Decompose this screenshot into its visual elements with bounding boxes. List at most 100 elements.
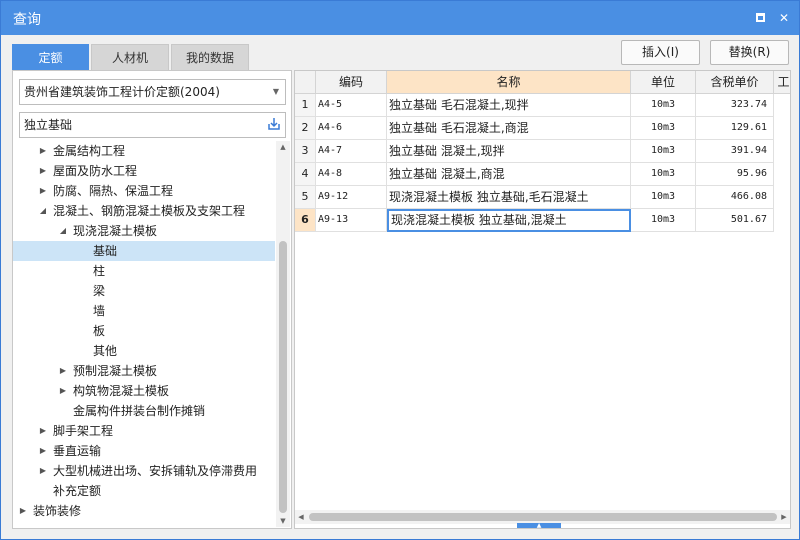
code-cell[interactable]: A4-7 (316, 140, 387, 163)
unit-cell[interactable]: 10m3 (631, 94, 696, 117)
scroll-thumb[interactable] (309, 513, 777, 521)
unit-cell[interactable]: 10m3 (631, 163, 696, 186)
tree-item[interactable]: 墙 (13, 301, 275, 321)
tree-item[interactable]: ◢ 混凝土、钢筋混凝土模板及支架工程 (13, 201, 275, 221)
expand-arrow-icon[interactable]: ▶ (38, 421, 48, 441)
tree-item[interactable]: ◢ 现浇混凝土模板 (13, 221, 275, 241)
tab-labor-material-machine[interactable]: 人材机 (91, 44, 169, 70)
tree-item[interactable]: ▶ 防腐、隔热、保温工程 (13, 181, 275, 201)
tree-item-label: 构筑物混凝土模板 (73, 384, 170, 398)
tree-item-selected[interactable]: 基础 (13, 241, 275, 261)
expand-arrow-icon[interactable]: ▶ (38, 461, 48, 481)
expand-arrow-icon[interactable]: ▶ (38, 181, 48, 201)
quota-library-select[interactable]: 贵州省建筑装饰工程计价定额(2004) ▼ (19, 79, 286, 105)
expand-arrow-icon[interactable]: ▶ (58, 381, 68, 401)
unit-cell[interactable]: 10m3 (631, 140, 696, 163)
name-cell[interactable]: 独立基础 混凝土,商混 (387, 163, 631, 186)
column-header-unit[interactable]: 单位 (631, 71, 696, 94)
query-dialog: 查询 ✕ 定额 人材机 我的数据 插入(I) 替换(R) 贵州省建筑装饰工程计价… (0, 0, 800, 540)
quota-tree-panel: 贵州省建筑装饰工程计价定额(2004) ▼ 独立基础 ▶ 金属结构工程 ▶ 屋面及防… (12, 70, 292, 529)
expand-arrow-icon[interactable]: ▶ (58, 361, 68, 381)
scroll-left-icon[interactable]: ◀ (295, 510, 307, 524)
scroll-up-icon[interactable]: ▲ (276, 141, 290, 153)
tree-item-label: 脚手架工程 (53, 424, 114, 438)
tab-quota[interactable]: 定额 (12, 44, 89, 70)
tree-item-label: 现浇混凝土模板 (73, 224, 158, 238)
name-cell[interactable]: 独立基础 毛石混凝土,商混 (387, 117, 631, 140)
unit-cell[interactable]: 10m3 (631, 209, 696, 232)
scroll-thumb[interactable] (279, 241, 287, 513)
chevron-down-icon[interactable]: ▼ (273, 80, 279, 104)
replace-button[interactable]: 替换(R) (710, 40, 789, 65)
search-input[interactable]: 独立基础 (19, 112, 286, 138)
download-icon[interactable] (267, 117, 281, 131)
name-cell[interactable]: 现浇混凝土模板 独立基础,毛石混凝土 (387, 186, 631, 209)
tree-item-label: 板 (93, 324, 106, 338)
title-bar[interactable]: 查询 ✕ (1, 1, 799, 35)
tree-item[interactable]: ▶ 大型机械进出场、安拆铺轨及停滞费用 (13, 461, 275, 481)
price-cell[interactable]: 391.94 (696, 140, 774, 163)
quota-tree: ▶ 金属结构工程 ▶ 屋面及防水工程 ▶ 防腐、隔热、保温工程 ◢ 混凝土、钢筋混凝土模… (13, 141, 275, 527)
row-number: 4 (295, 163, 316, 186)
price-cell[interactable]: 129.61 (696, 117, 774, 140)
tree-item[interactable]: ▶ 预制混凝土模板 (13, 361, 275, 381)
tree-item[interactable]: 梁 (13, 281, 275, 301)
tree-item[interactable]: ▶ 构筑物混凝土模板 (13, 381, 275, 401)
tree-item-label: 柱 (93, 264, 106, 278)
grid-horizontal-scrollbar[interactable]: ◀ ▶ (295, 510, 790, 524)
row-number: 1 (295, 94, 316, 117)
column-header-code[interactable]: 编码 (316, 71, 387, 94)
code-cell[interactable]: A9-12 (316, 186, 387, 209)
price-cell[interactable]: 323.74 (696, 94, 774, 117)
column-header-truncated[interactable]: 工 (774, 71, 790, 94)
row-number-header (295, 71, 316, 94)
tree-item-label: 其他 (93, 344, 118, 358)
tree-item[interactable]: ▶ 装饰装修 (13, 501, 275, 521)
tree-item[interactable]: ▶ 屋面及防水工程 (13, 161, 275, 181)
tree-item[interactable]: ▶ 垂直运输 (13, 441, 275, 461)
tree-item-label: 大型机械进出场、安拆铺轨及停滞费用 (53, 464, 258, 478)
expand-arrow-icon[interactable]: ▶ (38, 161, 48, 181)
close-icon[interactable]: ✕ (776, 10, 792, 26)
price-cell[interactable]: 95.96 (696, 163, 774, 186)
insert-button[interactable]: 插入(I) (621, 40, 700, 65)
tree-item[interactable]: ▶ 金属结构工程 (13, 141, 275, 161)
tree-scrollbar[interactable]: ▲ ▼ (276, 141, 290, 527)
collapse-arrow-icon[interactable]: ◢ (58, 221, 68, 241)
row-number: 2 (295, 117, 316, 140)
code-cell[interactable]: A4-6 (316, 117, 387, 140)
row-number: 6 (295, 209, 316, 232)
tree-item-label: 墙 (93, 304, 106, 318)
expand-arrow-icon[interactable]: ▶ (38, 141, 48, 161)
column-header-name[interactable]: 名称 (387, 71, 631, 94)
unit-cell[interactable]: 10m3 (631, 117, 696, 140)
price-cell[interactable]: 501.67 (696, 209, 774, 232)
column-header-price[interactable]: 含税单价 (696, 71, 774, 94)
tree-item[interactable]: 补充定额 (13, 481, 275, 501)
quota-results-table: 编码 名称 单位 含税单价 工 1 A4-5 独立基础 毛石混凝土,现拌 10m… (294, 70, 791, 529)
code-cell[interactable]: A9-13 (316, 209, 387, 232)
name-cell-focused[interactable]: 现浇混凝土模板 独立基础,混凝土 (387, 209, 631, 232)
expand-arrow-icon[interactable]: ▶ (38, 441, 48, 461)
price-cell[interactable]: 466.08 (696, 186, 774, 209)
panel-splitter-handle[interactable]: ▲ (517, 523, 561, 528)
name-cell[interactable]: 独立基础 毛石混凝土,现拌 (387, 94, 631, 117)
code-cell[interactable]: A4-5 (316, 94, 387, 117)
tree-item[interactable]: 其他 (13, 341, 275, 361)
code-cell[interactable]: A4-8 (316, 163, 387, 186)
scroll-down-icon[interactable]: ▼ (276, 515, 290, 527)
unit-cell[interactable]: 10m3 (631, 186, 696, 209)
tree-item[interactable]: 柱 (13, 261, 275, 281)
expand-arrow-icon[interactable]: ▶ (18, 501, 28, 521)
tab-my-data[interactable]: 我的数据 (171, 44, 249, 70)
tree-item-label: 屋面及防水工程 (53, 164, 138, 178)
tree-item[interactable]: ▶ 脚手架工程 (13, 421, 275, 441)
tree-item[interactable]: 金属构件拼装台制作摊销 (13, 401, 275, 421)
collapse-arrow-icon[interactable]: ◢ (38, 201, 48, 221)
name-cell[interactable]: 独立基础 混凝土,现拌 (387, 140, 631, 163)
maximize-icon[interactable] (753, 10, 769, 26)
tree-item[interactable]: 板 (13, 321, 275, 341)
tree-item-label: 梁 (93, 284, 106, 298)
window-title: 查询 (13, 12, 41, 28)
scroll-right-icon[interactable]: ▶ (778, 510, 790, 524)
